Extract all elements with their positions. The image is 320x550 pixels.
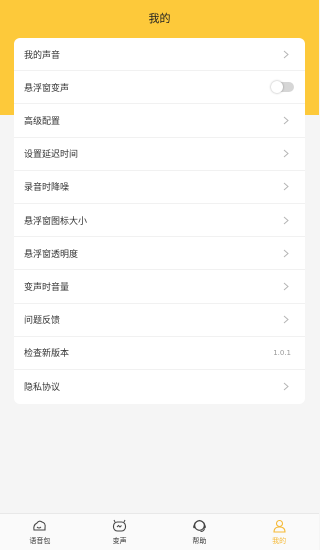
settings-item-floating-icon-size[interactable]: 悬浮窗图标大小 <box>14 204 305 238</box>
settings-item-noise-reduction[interactable]: 录音时降噪 <box>14 171 305 204</box>
settings-item-label: 高级配置 <box>24 116 61 127</box>
version-value: 1.0.1 <box>273 348 291 357</box>
chevron-right-icon <box>281 248 291 258</box>
settings-item-label: 检查新版本 <box>24 349 70 360</box>
floating-voice-toggle[interactable] <box>271 81 294 94</box>
settings-item-label: 变声时音量 <box>24 282 70 293</box>
chevron-right-icon <box>281 215 291 225</box>
toggle-knob <box>271 81 283 94</box>
settings-item-check-update[interactable]: 检查新版本 1.0.1 <box>14 337 305 370</box>
settings-item-delay-time[interactable]: 设置延迟时间 <box>14 138 305 171</box>
chevron-right-icon <box>281 381 291 391</box>
settings-item-label: 录音时降噪 <box>24 183 70 194</box>
profile-icon <box>271 518 287 534</box>
settings-item-label: 悬浮窗变声 <box>24 83 70 94</box>
chevron-right-icon <box>281 315 291 325</box>
settings-card: 我的声音 悬浮窗变声 高级配置 设置延迟时间 录音时降噪 悬浮窗图标大小 悬浮窗… <box>14 38 305 404</box>
chevron-right-icon <box>281 49 291 59</box>
page-title: 我的 <box>148 12 171 25</box>
settings-item-label: 问题反馈 <box>24 316 61 327</box>
tab-voice-change[interactable]: 变声 <box>80 514 160 550</box>
tab-profile[interactable]: 我的 <box>239 514 319 550</box>
settings-item-advanced-config[interactable]: 高级配置 <box>14 104 305 138</box>
settings-item-floating-voice-change: 悬浮窗变声 <box>14 71 305 105</box>
settings-item-label: 悬浮窗图标大小 <box>24 216 88 227</box>
settings-item-privacy[interactable]: 隐私协议 <box>14 370 305 403</box>
settings-item-feedback[interactable]: 问题反馈 <box>14 304 305 337</box>
chevron-right-icon <box>281 149 291 159</box>
settings-item-label: 隐私协议 <box>24 382 61 393</box>
tab-label: 我的 <box>272 537 287 545</box>
tab-label: 帮助 <box>192 537 207 545</box>
chevron-right-icon <box>281 182 291 192</box>
chevron-right-icon <box>281 115 291 125</box>
bottom-tab-bar: 语音包 变声 帮助 我的 <box>0 513 319 550</box>
voice-change-icon <box>112 518 128 534</box>
tab-label: 语音包 <box>29 537 51 545</box>
tab-label: 变声 <box>112 537 127 545</box>
settings-item-voice-volume[interactable]: 变声时音量 <box>14 270 305 304</box>
help-icon <box>191 518 207 534</box>
settings-item-label: 悬浮窗透明度 <box>24 249 79 260</box>
settings-item-floating-opacity[interactable]: 悬浮窗透明度 <box>14 237 305 271</box>
settings-item-label: 我的声音 <box>24 50 61 61</box>
tab-voice-pack[interactable]: 语音包 <box>0 514 80 550</box>
voice-pack-icon <box>32 518 48 534</box>
chevron-right-icon <box>281 281 291 291</box>
settings-item-my-voice[interactable]: 我的声音 <box>14 38 305 72</box>
tab-help[interactable]: 帮助 <box>160 514 240 550</box>
settings-item-label: 设置延迟时间 <box>24 150 79 161</box>
